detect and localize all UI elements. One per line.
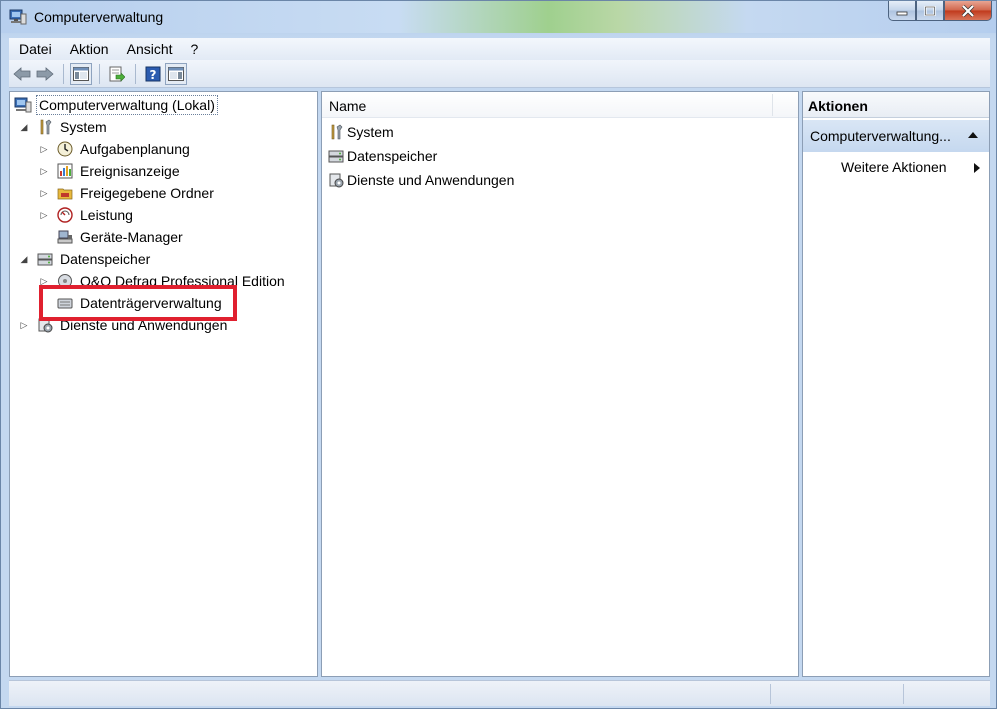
actions-section-computerverwaltung[interactable]: Computerverwaltung...: [803, 120, 989, 152]
expand-arrow-icon[interactable]: ▷: [38, 210, 50, 221]
tree-label: Geräte-Manager: [80, 229, 183, 245]
tree-item-aufgabenplanung[interactable]: ▷ Aufgabenplanung: [38, 138, 192, 160]
back-arrow-icon: [13, 66, 31, 81]
console-tree-icon: [73, 66, 89, 81]
actions-section-label: Computerverwaltung...: [810, 128, 951, 144]
tree-item-root[interactable]: Computerverwaltung (Lokal): [14, 94, 218, 116]
minimize-icon: [896, 11, 908, 15]
help-button[interactable]: ?: [142, 63, 164, 85]
computer-management-icon: [14, 96, 32, 114]
collapse-arrow-icon[interactable]: ◢: [18, 122, 30, 133]
clock-icon: [56, 140, 74, 158]
svg-text:?: ?: [150, 68, 157, 82]
forward-arrow-icon: [36, 66, 54, 81]
performance-icon: [56, 206, 74, 224]
tree-item-system[interactable]: ◢ System: [18, 116, 109, 138]
device-manager-icon: [56, 228, 74, 246]
list-item-system[interactable]: System: [327, 121, 394, 143]
minimize-button[interactable]: [888, 1, 916, 21]
expand-arrow-icon[interactable]: ▷: [38, 144, 50, 155]
export-list-icon: [109, 66, 125, 82]
list-item-label: Dienste und Anwendungen: [347, 172, 515, 188]
list-item-dienste[interactable]: Dienste und Anwendungen: [327, 169, 514, 191]
result-pane[interactable]: Name System Datenspeicher Dienste und An…: [321, 91, 799, 677]
expand-arrow-icon[interactable]: ▷: [38, 166, 50, 177]
menu-ansicht[interactable]: Ansicht: [117, 41, 181, 57]
column-header-name[interactable]: Name: [329, 98, 366, 114]
forward-button[interactable]: [34, 63, 56, 85]
action-label: Weitere Aktionen: [841, 159, 947, 175]
status-bar: [9, 680, 990, 706]
show-hide-console-tree-button[interactable]: [70, 62, 92, 85]
storage-icon: [327, 147, 345, 165]
maximize-button[interactable]: [916, 1, 944, 21]
tree-label: Freigegebene Ordner: [80, 185, 214, 201]
toolbar-separator: [99, 63, 100, 84]
expand-arrow-icon[interactable]: ▷: [18, 320, 30, 331]
status-separator: [770, 684, 771, 704]
action-pane-icon: [168, 66, 184, 81]
toolbar: ?: [9, 60, 990, 88]
collapse-arrow-icon[interactable]: ◢: [18, 254, 30, 265]
close-button[interactable]: [944, 1, 992, 21]
tree-item-leistung[interactable]: ▷ Leistung: [38, 204, 135, 226]
shared-folder-icon: [56, 184, 74, 202]
title-bar[interactable]: Computerverwaltung: [1, 1, 996, 33]
storage-icon: [36, 250, 54, 268]
computer-management-icon: [9, 8, 27, 26]
tree-label: Leistung: [80, 207, 133, 223]
tree-label: Aufgabenplanung: [80, 141, 190, 157]
maximize-icon: [924, 5, 936, 16]
status-separator: [903, 684, 904, 704]
list-item-datenspeicher[interactable]: Datenspeicher: [327, 145, 437, 167]
tree-item-geraete-manager[interactable]: Geräte-Manager: [56, 226, 185, 248]
tree-label: Datenspeicher: [60, 251, 151, 267]
tree-label: System: [60, 119, 107, 135]
actions-pane[interactable]: Aktionen Computerverwaltung... Weitere A…: [802, 91, 990, 677]
toolbar-separator: [135, 63, 136, 84]
event-viewer-icon: [56, 162, 74, 180]
action-weitere-aktionen[interactable]: Weitere Aktionen: [841, 156, 981, 178]
menu-bar: Datei Aktion Ansicht ?: [9, 38, 990, 60]
caption-buttons: [888, 1, 992, 23]
tree-label: Ereignisanzeige: [80, 163, 180, 179]
menu-help[interactable]: ?: [181, 41, 207, 57]
services-icon: [327, 171, 345, 189]
expand-arrow-icon[interactable]: ▷: [38, 188, 50, 199]
back-button[interactable]: [11, 63, 33, 85]
column-separator[interactable]: [772, 94, 773, 116]
console-tree-pane[interactable]: Computerverwaltung (Lokal) ◢ System ▷ Au…: [9, 91, 318, 677]
tools-icon: [327, 123, 345, 141]
list-item-label: Datenspeicher: [347, 148, 438, 164]
menu-aktion[interactable]: Aktion: [60, 41, 117, 57]
collapse-up-icon[interactable]: [967, 131, 979, 139]
tree-item-freigegebene-ordner[interactable]: ▷ Freigegebene Ordner: [38, 182, 216, 204]
highlight-annotation: [39, 285, 237, 321]
help-icon: ?: [145, 66, 161, 82]
actions-header: Aktionen: [803, 92, 989, 118]
app-window: Computerverwaltung Datei Aktion Ansicht …: [0, 0, 997, 709]
toolbar-separator: [63, 63, 64, 84]
list-item-label: System: [347, 124, 394, 140]
list-header: Name: [322, 92, 798, 118]
window-title: Computerverwaltung: [34, 9, 164, 25]
tools-icon: [36, 118, 54, 136]
show-hide-action-pane-button[interactable]: [165, 62, 187, 85]
tree-item-ereignisanzeige[interactable]: ▷ Ereignisanzeige: [38, 160, 182, 182]
tree-label: Computerverwaltung (Lokal): [36, 95, 218, 115]
export-list-button[interactable]: [106, 63, 128, 85]
menu-datei[interactable]: Datei: [9, 41, 60, 57]
close-icon: [961, 4, 975, 17]
tree-item-datenspeicher[interactable]: ◢ Datenspeicher: [18, 248, 152, 270]
submenu-arrow-icon: [974, 163, 980, 173]
